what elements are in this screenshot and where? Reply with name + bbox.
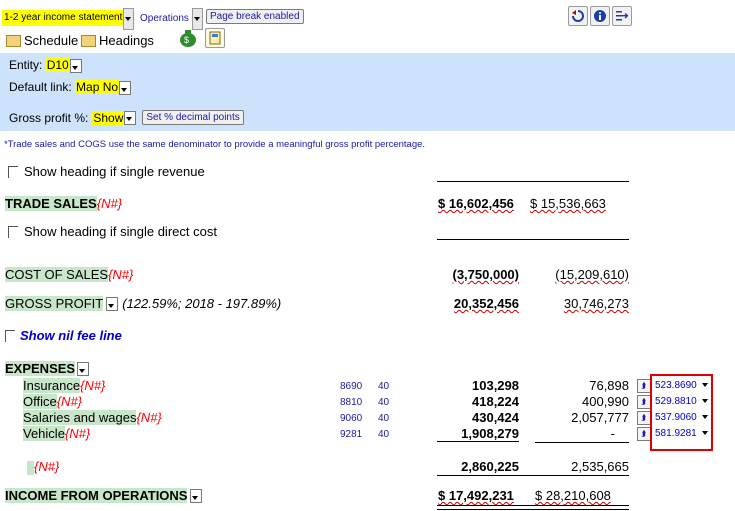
svg-text:$: $ <box>184 35 189 45</box>
calculator-icon[interactable] <box>205 28 225 48</box>
map-select[interactable]: 581.9281 <box>655 428 708 439</box>
default-link-row: Default link: Map No <box>9 80 132 95</box>
checkbox-icon <box>8 165 18 178</box>
income-ops-label: INCOME FROM OPERATIONS <box>5 488 203 503</box>
gross-profit-row: Gross profit %: Show Set % decimal point… <box>9 110 244 125</box>
chevron-down-icon <box>701 383 708 388</box>
trade-sales-prior: $ 15,536,663 <box>530 196 606 211</box>
expenses-subtotal-label: {N#} <box>27 459 59 475</box>
column-code: 40 <box>378 381 390 392</box>
expense-prior: 400,990 <box>582 394 629 409</box>
link-icon[interactable]: ⮭ <box>637 379 651 393</box>
expenses-heading: EXPENSES <box>5 361 90 376</box>
map-select[interactable]: 537.9060 <box>655 412 708 423</box>
expense-current: 418,224 <box>472 394 519 409</box>
checkbox-icon <box>8 225 18 238</box>
show-heading-cost-checkbox[interactable]: Show heading if single direct cost <box>8 224 217 239</box>
gross-profit-dropdown[interactable] <box>106 296 119 311</box>
account-code: 8810 <box>340 397 363 408</box>
expenses-total-prior: 2,535,665 <box>571 459 629 474</box>
chevron-down-icon <box>79 369 86 374</box>
expense-prior: 2,057,777 <box>571 410 629 425</box>
account-code: 9281 <box>340 429 363 440</box>
income-ops-current: $ 17,492,231 <box>438 488 514 503</box>
link-icon[interactable]: ⮭ <box>637 411 651 425</box>
prior-underline <box>535 442 629 443</box>
map-select[interactable]: 523.8690 <box>655 380 708 391</box>
chevron-down-icon <box>192 496 199 501</box>
trade-sales-label: TRADE SALES{N#} <box>5 196 123 211</box>
denominator-note: *Trade sales and COGS use the same denom… <box>4 139 426 150</box>
expense-current: 103,298 <box>472 378 519 393</box>
account-code: 9060 <box>340 413 363 424</box>
show-nil-fee-checkbox[interactable]: Show nil fee line <box>5 328 122 343</box>
chevron-down-icon <box>701 399 708 404</box>
expenses-dropdown[interactable] <box>77 361 90 376</box>
account-code: 8690 <box>340 381 363 392</box>
chevron-down-icon <box>701 415 708 420</box>
statement-select[interactable]: 1-2 year income statement <box>2 10 125 26</box>
expense-prior: - <box>610 426 615 441</box>
gross-profit-current: 20,352,456 <box>453 296 519 311</box>
expense-prior: 76,898 <box>589 378 629 393</box>
header-line <box>437 181 629 182</box>
folder-open-icon <box>6 34 21 47</box>
map-select[interactable]: 529.8810 <box>655 396 708 407</box>
cost-of-sales-prior: (15,209,610) <box>555 267 629 282</box>
trade-sales-current: $ 16,602,456 <box>438 196 514 211</box>
expense-row-office: Office{N#} <box>23 394 83 409</box>
double-underline <box>437 505 629 510</box>
page-break-button[interactable]: Page break enabled <box>206 9 304 24</box>
chevron-down-icon <box>701 431 708 436</box>
checkbox-icon <box>5 329 15 342</box>
total-line <box>437 475 629 476</box>
statement-select-arrow[interactable] <box>123 8 134 30</box>
expense-row-salaries: Salaries and wages{N#} <box>23 410 162 425</box>
chevron-down-icon[interactable] <box>119 80 132 95</box>
chevron-down-icon <box>194 16 200 21</box>
expense-current: 430,424 <box>472 410 519 425</box>
operations-arrow[interactable] <box>192 8 203 30</box>
schedule-tab[interactable]: Schedule <box>6 33 78 48</box>
money-bag-icon[interactable]: $ <box>177 28 199 48</box>
header-line <box>437 239 629 240</box>
headings-tab[interactable]: Headings <box>81 33 154 48</box>
entity-select[interactable]: D10 <box>45 58 70 72</box>
column-code: 40 <box>378 413 390 424</box>
chevron-down-icon[interactable] <box>124 110 137 125</box>
column-code: 40 <box>378 397 390 408</box>
chevron-down-icon <box>125 16 131 21</box>
expenses-total-current: 2,860,225 <box>461 459 519 474</box>
default-link-select[interactable]: Map No <box>75 80 120 94</box>
cost-of-sales-label: COST OF SALES{N#} <box>5 267 134 282</box>
expense-row-insurance: Insurance{N#} <box>23 378 106 393</box>
expense-row-vehicle: Vehicle{N#} <box>23 426 91 441</box>
income-ops-prior: $ 28,210,608 <box>535 488 611 503</box>
export-icon[interactable] <box>612 6 632 26</box>
expense-current: 1,908,279 <box>437 426 519 442</box>
entity-row: Entity: D10 <box>9 58 82 73</box>
info-icon[interactable] <box>590 6 610 26</box>
column-code: 40 <box>378 429 390 440</box>
gross-profit-label: GROSS PROFIT (122.59%; 2018 - 197.89%) <box>5 296 282 311</box>
folder-icon <box>81 34 96 47</box>
income-ops-dropdown[interactable] <box>190 488 203 503</box>
chevron-down-icon[interactable] <box>69 58 82 73</box>
gross-profit-prior: 30,746,273 <box>563 296 629 311</box>
set-decimal-button[interactable]: Set % decimal points <box>142 110 244 125</box>
operations-menu[interactable]: Operations <box>140 13 189 24</box>
show-heading-revenue-checkbox[interactable]: Show heading if single revenue <box>8 164 205 179</box>
cost-of-sales-current: (3,750,000) <box>452 267 520 282</box>
undo-icon[interactable] <box>568 6 588 26</box>
link-icon[interactable]: ⮭ <box>637 427 651 441</box>
link-icon[interactable]: ⮭ <box>637 395 651 409</box>
gross-profit-select[interactable]: Show <box>92 110 125 125</box>
chevron-down-icon <box>108 304 115 309</box>
